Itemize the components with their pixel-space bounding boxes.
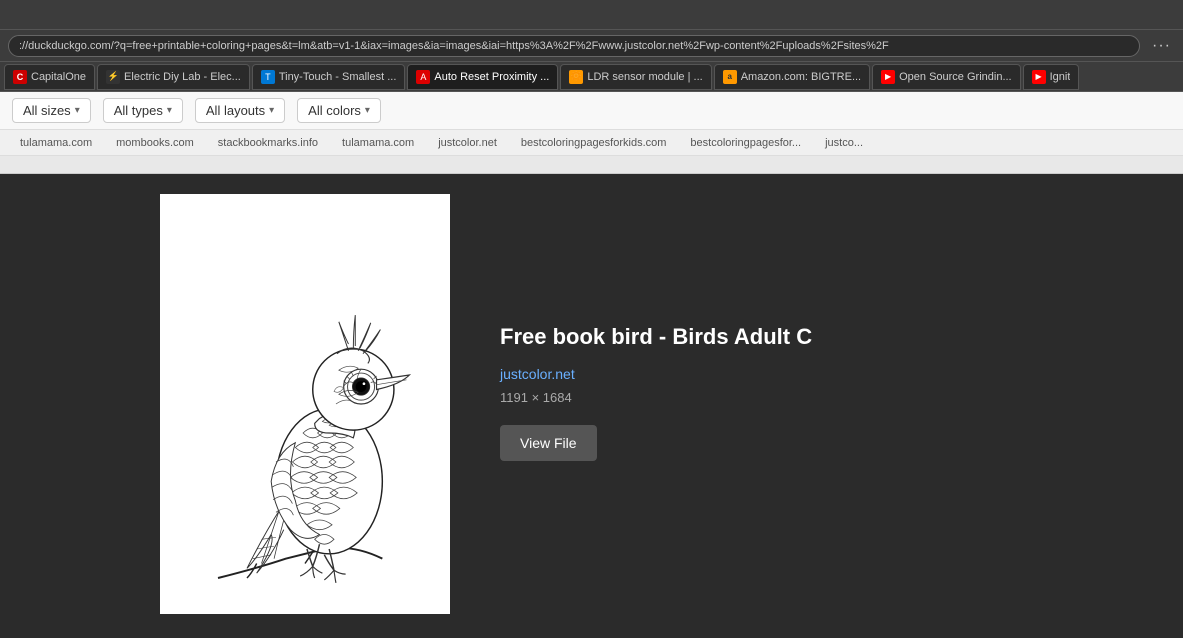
tab-label-elec: Electric Diy Lab - Elec... — [124, 71, 241, 83]
info-panel: Free book bird - Birds Adult C justcolor… — [470, 174, 1183, 638]
tab-ldr[interactable]: 🔆LDR sensor module | ... — [560, 64, 711, 90]
image-title: Free book bird - Birds Adult C — [500, 324, 1153, 350]
chevron-down-icon: ▾ — [269, 105, 274, 116]
filter-label-sizes: All sizes — [23, 103, 71, 118]
tab-label-ldr: LDR sensor module | ... — [587, 71, 702, 83]
tab-label-auto: Auto Reset Proximity ... — [434, 71, 549, 83]
tab-label-amazon: Amazon.com: BIGTRE... — [741, 71, 861, 83]
tabs-bar: CCapitalOne⚡Electric Diy Lab - Elec...TT… — [0, 62, 1183, 92]
tab-opensource[interactable]: ▶Open Source Grindin... — [872, 64, 1021, 90]
tab-label-tiny: Tiny-Touch - Smallest ... — [279, 71, 397, 83]
address-bar[interactable]: ://duckduckgo.com/?q=free+printable+colo… — [8, 35, 1140, 57]
filters-row: All sizes▾All types▾All layouts▾All colo… — [0, 92, 1183, 130]
view-file-button[interactable]: View File — [500, 425, 597, 461]
chevron-down-icon: ▾ — [167, 105, 172, 116]
address-bar-row: ://duckduckgo.com/?q=free+printable+colo… — [0, 30, 1183, 62]
main-content: Free book bird - Birds Adult C justcolor… — [0, 174, 1183, 638]
domain-row: tulamama.commombooks.comstackbookmarks.i… — [0, 130, 1183, 156]
filter-label-layouts: All layouts — [206, 103, 265, 118]
address-text: ://duckduckgo.com/?q=free+printable+colo… — [19, 40, 889, 52]
tab-auto[interactable]: AAuto Reset Proximity ... — [407, 64, 558, 90]
tab-tiny[interactable]: TTiny-Touch - Smallest ... — [252, 64, 406, 90]
image-dims: 1191 × 1684 — [500, 390, 1153, 405]
domain-item[interactable]: bestcoloringpagesfor... — [678, 137, 813, 149]
domain-item[interactable]: mombooks.com — [104, 137, 206, 149]
tab-label-ignit: Ignit — [1050, 71, 1071, 83]
domain-item[interactable]: justco... — [813, 137, 875, 149]
image-panel — [0, 174, 470, 638]
browser-chrome — [0, 0, 1183, 30]
domain-item[interactable]: tulamama.com — [8, 137, 104, 149]
domain-item[interactable]: justcolor.net — [426, 137, 509, 149]
domain-item[interactable]: stackbookmarks.info — [206, 137, 330, 149]
filter-types[interactable]: All types ▾ — [103, 98, 183, 123]
image-source[interactable]: justcolor.net — [500, 366, 1153, 382]
tab-elec[interactable]: ⚡Electric Diy Lab - Elec... — [97, 64, 250, 90]
tab-label-capitalOne: CapitalOne — [31, 71, 86, 83]
image-container[interactable] — [160, 194, 450, 614]
filter-layouts[interactable]: All layouts ▾ — [195, 98, 285, 123]
bird-image — [160, 199, 450, 609]
domain-item[interactable]: tulamama.com — [330, 137, 426, 149]
filter-label-types: All types — [114, 103, 163, 118]
tab-amazon[interactable]: aAmazon.com: BIGTRE... — [714, 64, 870, 90]
chevron-down-icon: ▾ — [75, 105, 80, 116]
tab-ignit[interactable]: ▶Ignit — [1023, 64, 1080, 90]
filter-colors[interactable]: All colors ▾ — [297, 98, 381, 123]
tab-capitalOne[interactable]: CCapitalOne — [4, 64, 95, 90]
filter-sizes[interactable]: All sizes ▾ — [12, 98, 91, 123]
dots-menu[interactable]: ··· — [1148, 37, 1175, 55]
tab-label-opensource: Open Source Grindin... — [899, 71, 1012, 83]
thumb-names-row — [0, 156, 1183, 174]
domain-item[interactable]: bestcoloringpagesforkids.com — [509, 137, 679, 149]
chevron-down-icon: ▾ — [365, 105, 370, 116]
filter-label-colors: All colors — [308, 103, 361, 118]
